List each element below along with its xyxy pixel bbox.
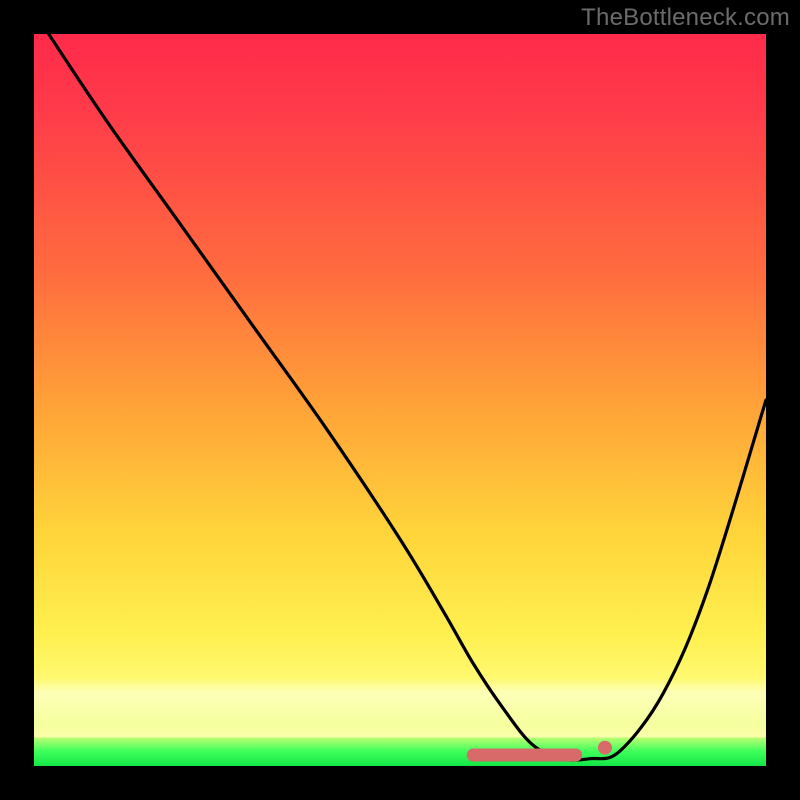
bottleneck-curve-line bbox=[49, 34, 766, 760]
chart-frame: TheBottleneck.com bbox=[0, 0, 800, 800]
chart-svg bbox=[34, 34, 766, 766]
plot-area bbox=[34, 34, 766, 766]
watermark-text: TheBottleneck.com bbox=[581, 4, 790, 32]
optimal-point-marker bbox=[598, 741, 612, 755]
